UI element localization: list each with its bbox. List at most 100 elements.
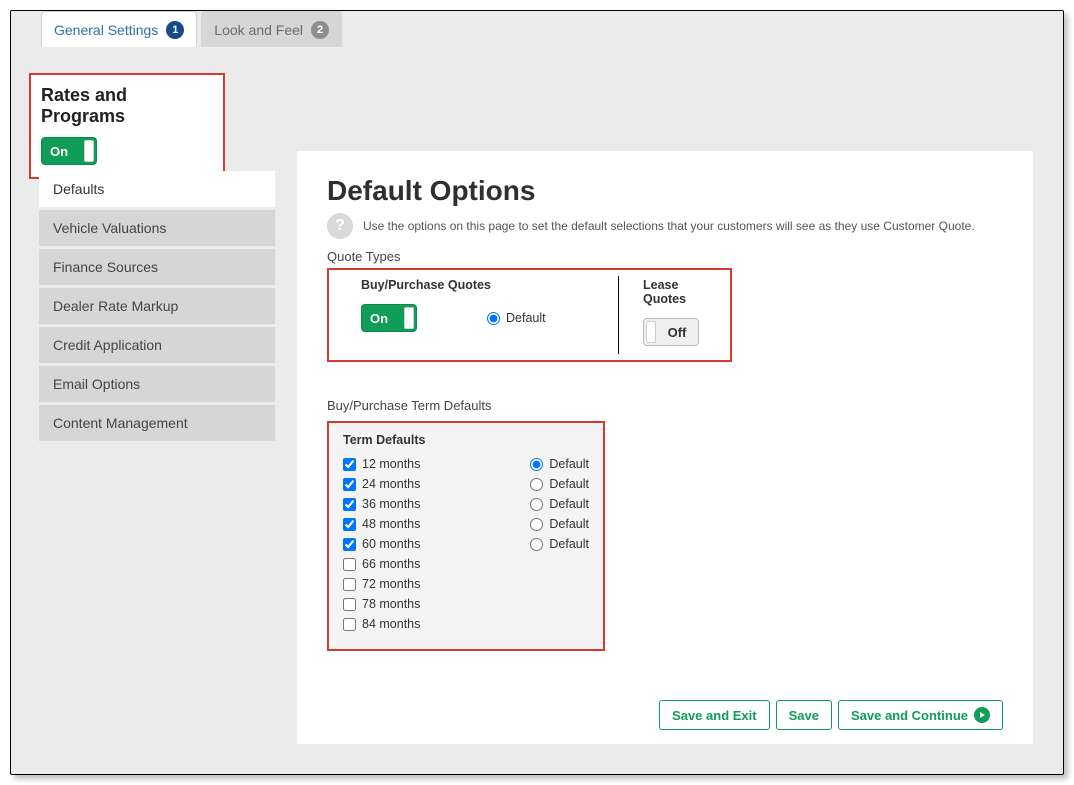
term-label: 36 months: [362, 497, 420, 511]
term-default-label: Default: [549, 477, 589, 491]
tab-bar: General Settings 1 Look and Feel 2: [11, 11, 1063, 47]
sidebar-item-label: Credit Application: [53, 337, 162, 353]
term-default-label: Default: [549, 517, 589, 531]
save-button[interactable]: Save: [776, 700, 832, 730]
sidebar: Defaults Vehicle Valuations Finance Source…: [39, 171, 275, 444]
rates-programs-title: Rates and Programs: [41, 85, 213, 127]
term-checkbox[interactable]: 66 months: [343, 557, 420, 571]
tab-label: Look and Feel: [214, 22, 303, 38]
toggle-knob-icon: [404, 307, 414, 329]
button-label: Save: [789, 708, 819, 723]
sidebar-item-content-management[interactable]: Content Management: [39, 405, 275, 441]
term-default-label: Default: [549, 457, 589, 471]
term-checkbox-input[interactable]: [343, 538, 356, 551]
page-title: Default Options: [327, 175, 1003, 207]
term-row: 48 months Default: [343, 517, 589, 531]
buy-quotes-toggle[interactable]: On: [361, 304, 417, 332]
quote-types-box: Buy/Purchase Quotes On Default Lease Quo…: [327, 268, 732, 362]
term-row: 66 months: [343, 557, 589, 571]
term-checkbox[interactable]: 60 months: [343, 537, 420, 551]
sidebar-item-finance-sources[interactable]: Finance Sources: [39, 249, 275, 285]
term-checkbox-input[interactable]: [343, 598, 356, 611]
term-default-radio[interactable]: Default: [530, 477, 589, 491]
term-default-radio[interactable]: Default: [530, 497, 589, 511]
lease-quotes-toggle[interactable]: Off: [643, 318, 699, 346]
term-label: 84 months: [362, 617, 420, 631]
rates-programs-toggle[interactable]: On: [41, 137, 97, 165]
toggle-knob-icon: [646, 321, 656, 343]
term-row: 72 months: [343, 577, 589, 591]
buy-quotes-default-radio[interactable]: Default: [487, 311, 546, 325]
tab-badge: 2: [311, 21, 329, 39]
quote-types-buy-col: Buy/Purchase Quotes On Default: [329, 270, 619, 360]
help-icon[interactable]: ?: [327, 213, 353, 239]
term-checkbox-input[interactable]: [343, 498, 356, 511]
term-default-radio[interactable]: Default: [530, 517, 589, 531]
term-default-radio-input[interactable]: [530, 478, 543, 491]
sidebar-item-label: Finance Sources: [53, 259, 158, 275]
term-checkbox-input[interactable]: [343, 578, 356, 591]
term-defaults-box: Term Defaults 12 months Default 24 months D…: [327, 421, 605, 651]
term-defaults-label: Buy/Purchase Term Defaults: [327, 398, 1003, 413]
save-and-continue-button[interactable]: Save and Continue: [838, 700, 1003, 730]
term-checkbox-input[interactable]: [343, 458, 356, 471]
main-panel: Default Options ? Use the options on thi…: [297, 151, 1033, 744]
tab-label: General Settings: [54, 22, 158, 38]
help-row: ? Use the options on this page to set th…: [327, 213, 1003, 239]
sidebar-item-label: Dealer Rate Markup: [53, 298, 178, 314]
term-default-label: Default: [549, 497, 589, 511]
term-checkbox-input[interactable]: [343, 478, 356, 491]
term-checkbox[interactable]: 24 months: [343, 477, 420, 491]
term-default-radio[interactable]: Default: [530, 537, 589, 551]
term-label: 48 months: [362, 517, 420, 531]
footer-buttons: Save and Exit Save Save and Continue: [659, 700, 1003, 730]
term-default-radio-input[interactable]: [530, 538, 543, 551]
tab-look-and-feel[interactable]: Look and Feel 2: [201, 11, 342, 47]
term-row: 24 months Default: [343, 477, 589, 491]
term-checkbox[interactable]: 72 months: [343, 577, 420, 591]
term-default-radio-input[interactable]: [530, 498, 543, 511]
toggle-label: On: [370, 311, 388, 326]
term-checkbox[interactable]: 12 months: [343, 457, 420, 471]
sidebar-item-label: Content Management: [53, 415, 188, 431]
save-and-exit-button[interactable]: Save and Exit: [659, 700, 770, 730]
term-label: 72 months: [362, 577, 420, 591]
term-checkbox-input[interactable]: [343, 518, 356, 531]
quote-types-lease-col: Lease Quotes Off: [619, 270, 730, 360]
term-default-radio-input[interactable]: [530, 458, 543, 471]
help-text: Use the options on this page to set the …: [363, 219, 975, 233]
tab-general-settings[interactable]: General Settings 1: [41, 11, 197, 47]
sidebar-item-credit-application[interactable]: Credit Application: [39, 327, 275, 363]
toggle-label: On: [50, 144, 68, 159]
sidebar-item-vehicle-valuations[interactable]: Vehicle Valuations: [39, 210, 275, 246]
term-default-radio[interactable]: Default: [530, 457, 589, 471]
term-checkbox[interactable]: 78 months: [343, 597, 420, 611]
term-checkbox-input[interactable]: [343, 618, 356, 631]
term-label: 66 months: [362, 557, 420, 571]
toggle-knob-icon: [84, 140, 94, 162]
term-checkbox[interactable]: 48 months: [343, 517, 420, 531]
sidebar-item-email-options[interactable]: Email Options: [39, 366, 275, 402]
radio-label: Default: [506, 311, 546, 325]
quote-types-label: Quote Types: [327, 249, 1003, 264]
term-label: 24 months: [362, 477, 420, 491]
sidebar-item-defaults[interactable]: Defaults: [39, 171, 275, 207]
arrow-right-icon: [974, 707, 990, 723]
term-row: 78 months: [343, 597, 589, 611]
button-label: Save and Continue: [851, 708, 968, 723]
term-checkbox[interactable]: 84 months: [343, 617, 420, 631]
term-label: 12 months: [362, 457, 420, 471]
buy-quotes-default-radio-input[interactable]: [487, 312, 500, 325]
term-row: 84 months: [343, 617, 589, 631]
button-label: Save and Exit: [672, 708, 757, 723]
rates-programs-card: Rates and Programs On: [29, 73, 225, 179]
term-checkbox-input[interactable]: [343, 558, 356, 571]
term-checkbox[interactable]: 36 months: [343, 497, 420, 511]
term-label: 60 months: [362, 537, 420, 551]
term-defaults-title: Term Defaults: [343, 433, 589, 447]
divider: [618, 276, 619, 354]
lease-quotes-title: Lease Quotes: [643, 278, 712, 306]
sidebar-item-dealer-rate-markup[interactable]: Dealer Rate Markup: [39, 288, 275, 324]
term-default-radio-input[interactable]: [530, 518, 543, 531]
sidebar-item-label: Vehicle Valuations: [53, 220, 166, 236]
